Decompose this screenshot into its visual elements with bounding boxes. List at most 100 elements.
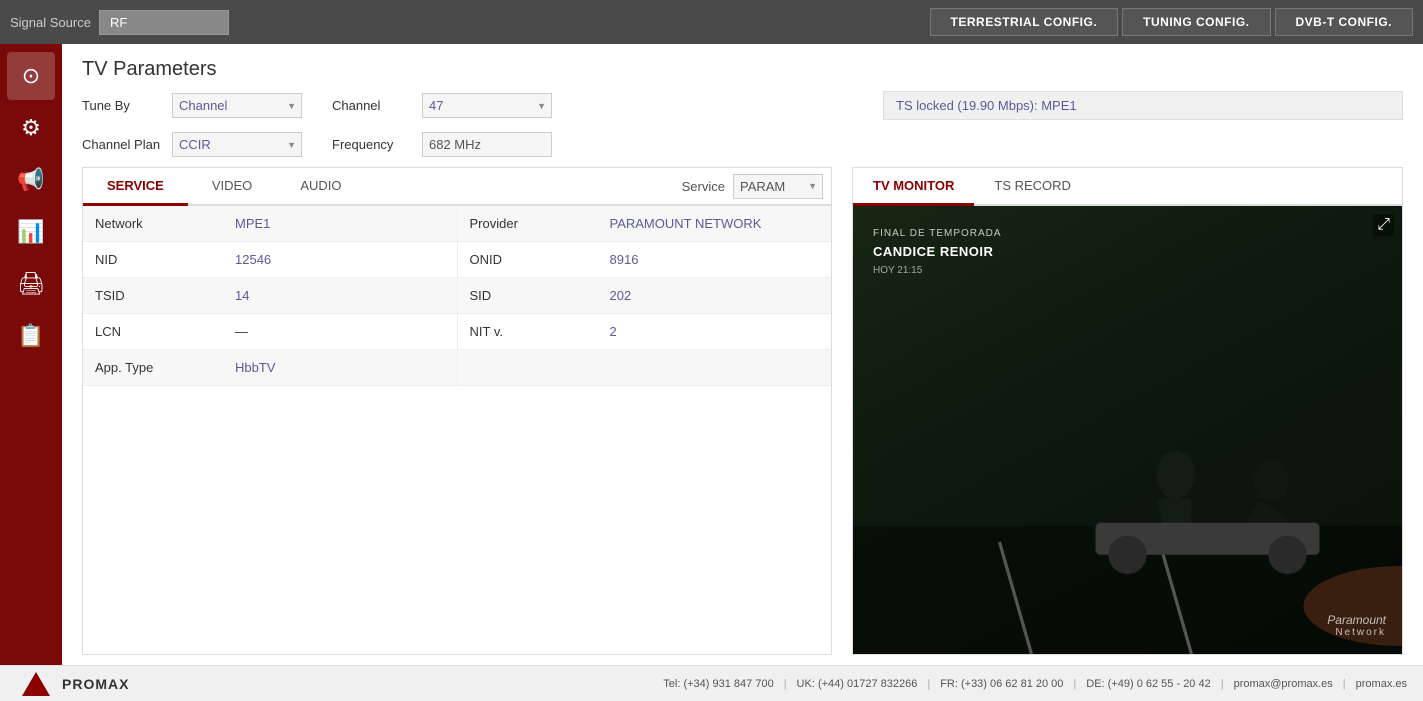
channel-plan-select-wrapper: CCIR — [172, 132, 302, 157]
channel-select[interactable]: 47 — [422, 93, 552, 118]
main-layout: ⊙ ⚙ 📢 📊 🖨 📋 TV Parameters Tune By Channe… — [0, 44, 1423, 665]
logo-icon — [16, 669, 56, 699]
val-provider: PARAMOUNT NETWORK — [598, 206, 832, 241]
tune-by-select-wrapper: Channel — [172, 93, 302, 118]
key-lcn: LCN — [83, 314, 223, 349]
channel-plan-select[interactable]: CCIR — [172, 132, 302, 157]
terrestrial-config-button[interactable]: TERRESTRIAL CONFIG. — [930, 8, 1119, 36]
sidebar-icon-settings[interactable]: ⚙ — [7, 104, 55, 152]
channel-label: Channel — [332, 98, 412, 113]
val-nitv: 2 — [598, 314, 832, 349]
footer-contacts: Tel: (+34) 931 847 700 | UK: (+44) 01727… — [663, 678, 1407, 690]
footer-email: promax@promax.es — [1234, 678, 1333, 690]
top-bar-buttons: TERRESTRIAL CONFIG. TUNING CONFIG. DVB-T… — [930, 8, 1413, 36]
table-row: App. Type HbbTV — [83, 350, 831, 386]
monitor-content: ⤢ — [853, 206, 1402, 654]
footer: PROMAX Tel: (+34) 931 847 700 | UK: (+44… — [0, 665, 1423, 701]
overlay-line3: HOY 21:15 — [873, 263, 1002, 279]
sidebar-icon-dashboard[interactable]: ⊙ — [7, 52, 55, 100]
sidebar-icon-list[interactable]: 📋 — [7, 312, 55, 360]
sidebar: ⊙ ⚙ 📢 📊 🖨 📋 — [0, 44, 62, 665]
tab-service[interactable]: SERVICE — [83, 168, 188, 206]
val-sid: 202 — [598, 278, 832, 313]
channel-plan-label: Channel Plan — [82, 137, 162, 152]
tab-video[interactable]: VIDEO — [188, 168, 276, 206]
overlay-line1: FINAL DE TEMPORADA — [873, 226, 1002, 242]
footer-sep-5: | — [1343, 678, 1346, 690]
data-table: Network MPE1 Provider PARAMOUNT NETWORK … — [83, 206, 831, 654]
val-apptype: HbbTV — [223, 350, 457, 385]
footer-tel-es: Tel: (+34) 931 847 700 — [663, 678, 773, 690]
table-row: NID 12546 ONID 8916 — [83, 242, 831, 278]
params-section: Tune By Channel Channel 47 TS l — [62, 91, 1423, 167]
key-nid: NID — [83, 242, 223, 277]
key-tsid: TSID — [83, 278, 223, 313]
status-bar: TS locked (19.90 Mbps): MPE1 — [883, 91, 1403, 120]
signal-source-label: Signal Source — [10, 15, 91, 30]
key-onid: ONID — [458, 242, 598, 277]
channel-group: Channel 47 — [332, 93, 552, 118]
logo-line1: Paramount — [1327, 613, 1386, 627]
key-provider: Provider — [458, 206, 598, 241]
tab-audio[interactable]: AUDIO — [276, 168, 365, 206]
params-row-1: Tune By Channel Channel 47 TS l — [82, 91, 1403, 120]
footer-sep-1: | — [784, 678, 787, 690]
logo-triangle — [22, 672, 50, 696]
tuning-config-button[interactable]: TUNING CONFIG. — [1122, 8, 1270, 36]
val-lcn: — — [223, 314, 457, 349]
tab-bar: SERVICE VIDEO AUDIO Service PARAM — [83, 168, 831, 206]
monitor-tab-tv[interactable]: TV MONITOR — [853, 168, 974, 206]
tune-by-select[interactable]: Channel — [172, 93, 302, 118]
frequency-group: Frequency 682 MHz — [332, 132, 552, 157]
service-select[interactable]: PARAM — [733, 174, 823, 199]
logo-line2: Network — [1327, 627, 1386, 638]
footer-web: promax.es — [1356, 678, 1407, 690]
key-network: Network — [83, 206, 223, 241]
footer-sep-3: | — [1073, 678, 1076, 690]
logo-text: PROMAX — [62, 676, 129, 692]
video-placeholder: FINAL DE TEMPORADA CANDICE RENOIR HOY 21… — [853, 206, 1402, 654]
params-row-2: Channel Plan CCIR Frequency 682 MHz — [82, 132, 1403, 157]
footer-tel-de: DE: (+49) 0 62 55 - 20 42 — [1086, 678, 1210, 690]
frequency-value: 682 MHz — [422, 132, 552, 157]
video-overlay-logo: Paramount Network — [1327, 613, 1386, 638]
page-title: TV Parameters — [62, 44, 1423, 91]
monitor-tab-ts[interactable]: TS RECORD — [974, 168, 1091, 206]
footer-sep-4: | — [1221, 678, 1224, 690]
sidebar-icon-chart[interactable]: 📊 — [7, 208, 55, 256]
content-area: TV Parameters Tune By Channel Channel — [62, 44, 1423, 665]
table-row: LCN — NIT v. 2 — [83, 314, 831, 350]
footer-logo: PROMAX — [16, 669, 129, 699]
dvbt-config-button[interactable]: DVB-T CONFIG. — [1275, 8, 1414, 36]
signal-source-value: RF — [99, 10, 229, 35]
overlay-line2: CANDICE RENOIR — [873, 242, 1002, 263]
val-onid: 8916 — [598, 242, 832, 277]
channel-select-wrapper: 47 — [422, 93, 552, 118]
key-apptype: App. Type — [83, 350, 223, 385]
table-row: Network MPE1 Provider PARAMOUNT NETWORK — [83, 206, 831, 242]
tune-by-group: Tune By Channel — [82, 93, 302, 118]
video-overlay-text: FINAL DE TEMPORADA CANDICE RENOIR HOY 21… — [873, 226, 1002, 279]
frequency-label: Frequency — [332, 137, 412, 152]
channel-plan-group: Channel Plan CCIR — [82, 132, 302, 157]
sidebar-icon-signal[interactable]: 📢 — [7, 156, 55, 204]
val-empty — [598, 350, 832, 385]
table-row: TSID 14 SID 202 — [83, 278, 831, 314]
footer-tel-uk: UK: (+44) 01727 832266 — [797, 678, 918, 690]
key-nitv: NIT v. — [458, 314, 598, 349]
top-bar: Signal Source RF TERRESTRIAL CONFIG. TUN… — [0, 0, 1423, 44]
service-select-wrapper: PARAM — [733, 174, 823, 199]
left-panel: SERVICE VIDEO AUDIO Service PARAM — [82, 167, 832, 655]
service-field-label: Service — [682, 179, 725, 194]
val-nid: 12546 — [223, 242, 457, 277]
expand-icon[interactable]: ⤢ — [1373, 214, 1394, 236]
key-sid: SID — [458, 278, 598, 313]
right-panel: TV MONITOR TS RECORD ⤢ — [852, 167, 1403, 655]
tune-by-label: Tune By — [82, 98, 162, 113]
sidebar-icon-print[interactable]: 🖨 — [7, 260, 55, 308]
val-tsid: 14 — [223, 278, 457, 313]
key-empty — [458, 350, 598, 385]
service-selector-area: Service PARAM — [682, 168, 831, 204]
footer-sep-2: | — [927, 678, 930, 690]
monitor-tabs: TV MONITOR TS RECORD — [853, 168, 1402, 206]
